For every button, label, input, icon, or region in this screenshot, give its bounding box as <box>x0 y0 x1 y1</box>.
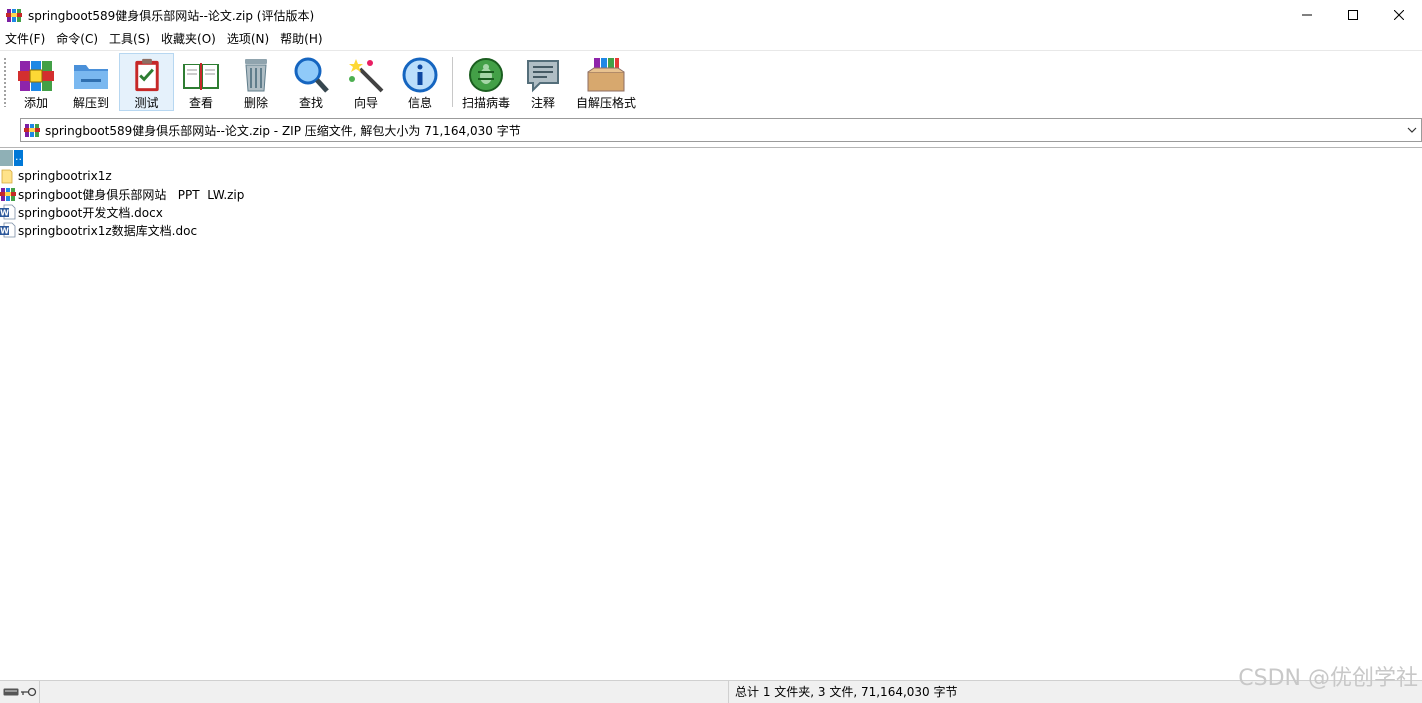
menu-favorites[interactable]: 收藏夹(O) <box>156 30 222 49</box>
delete-label: 删除 <box>243 96 268 110</box>
status-divider <box>728 681 729 703</box>
comment-button[interactable]: 注释 <box>521 53 565 111</box>
wizard-label: 向导 <box>353 96 378 110</box>
wizard-wand-icon <box>349 59 384 93</box>
close-icon <box>1394 10 1404 20</box>
virus-scan-button[interactable]: 扫描病毒 <box>459 53 513 111</box>
add-label: 添加 <box>23 96 48 110</box>
archive-path-combobox[interactable]: springboot589健身俱乐部网站--论文.zip - ZIP 压缩文件,… <box>20 118 1422 142</box>
add-button[interactable]: 添加 <box>14 53 58 111</box>
chevron-down-icon <box>1407 127 1417 133</box>
menu-bar: 文件(F) 命令(C) 工具(S) 收藏夹(O) 选项(N) 帮助(H) <box>0 30 1422 49</box>
delete-button[interactable]: 删除 <box>234 53 278 111</box>
find-button[interactable]: 查找 <box>289 53 333 111</box>
list-item-updir[interactable]: .. <box>0 149 23 167</box>
status-bar: 总计 1 文件夹, 3 文件, 71,164,030 字节 <box>0 680 1422 703</box>
magnifier-icon <box>294 57 329 93</box>
extract-to-button[interactable]: 解压到 <box>68 53 114 111</box>
comment-label: 注释 <box>530 96 555 110</box>
menu-commands[interactable]: 命令(C) <box>51 30 104 49</box>
test-button[interactable]: 测试 <box>119 53 174 111</box>
list-item[interactable]: W springboot开发文档.docx <box>0 203 163 221</box>
list-item[interactable]: springboot健身俱乐部网站 PPT LW.zip <box>0 185 244 203</box>
toolbar-separator <box>452 57 453 107</box>
updir-icon <box>0 150 13 166</box>
menu-options[interactable]: 选项(N) <box>222 30 275 49</box>
key-icon[interactable] <box>21 687 37 697</box>
word-document-icon: W <box>0 204 16 220</box>
title-bar: springboot589健身俱乐部网站--论文.zip (评估版本) <box>0 0 1422 30</box>
zip-archive-icon <box>24 124 40 137</box>
path-dropdown-button[interactable] <box>1403 119 1421 141</box>
status-summary: 总计 1 文件夹, 3 文件, 71,164,030 字节 <box>735 685 958 699</box>
menu-tools[interactable]: 工具(S) <box>104 30 156 49</box>
close-button[interactable] <box>1376 0 1422 30</box>
extract-to-label: 解压到 <box>72 96 109 110</box>
file-name: springboot健身俱乐部网站 PPT LW.zip <box>18 187 245 202</box>
info-label: 信息 <box>407 96 432 110</box>
svg-text:W: W <box>0 227 9 236</box>
maximize-icon <box>1348 10 1358 20</box>
view-button[interactable]: 查看 <box>178 53 224 111</box>
view-book-icon <box>183 63 219 90</box>
archive-path-text: springboot589健身俱乐部网站--论文.zip - ZIP 压缩文件,… <box>45 123 521 138</box>
comment-icon <box>527 60 559 93</box>
wizard-button[interactable]: 向导 <box>344 53 388 111</box>
file-name: .. <box>14 150 23 166</box>
virus-scan-label: 扫描病毒 <box>461 96 510 110</box>
toolbar-grip[interactable] <box>3 57 7 107</box>
watermark: CSDN @优创学社 <box>1238 666 1418 691</box>
extract-to-icon <box>74 65 108 89</box>
winrar-app-icon <box>6 9 22 22</box>
list-item[interactable]: springbootrix1z <box>0 167 112 185</box>
file-list[interactable]: .. springbootrix1z springboot健身俱乐部网站 PPT… <box>0 147 1422 679</box>
window-title: springboot589健身俱乐部网站--论文.zip (评估版本) <box>28 8 315 23</box>
menu-help[interactable]: 帮助(H) <box>275 30 328 49</box>
sfx-box-icon <box>587 58 625 92</box>
add-archive-icon <box>18 61 54 91</box>
minimize-button[interactable] <box>1284 0 1330 30</box>
status-icons <box>0 681 40 703</box>
file-name: springboot开发文档.docx <box>18 205 163 220</box>
menu-file[interactable]: 文件(F) <box>0 30 51 49</box>
sfx-label: 自解压格式 <box>575 96 636 110</box>
test-icon <box>134 58 159 92</box>
minimize-icon <box>1302 14 1312 16</box>
virus-scan-icon <box>469 58 503 92</box>
info-icon <box>402 57 438 93</box>
file-name: springbootrix1z <box>18 169 112 183</box>
view-label: 查看 <box>188 96 213 110</box>
find-label: 查找 <box>298 96 323 110</box>
drive-icon[interactable] <box>3 687 19 697</box>
maximize-button[interactable] <box>1330 0 1376 30</box>
toolbar: 添加 解压到 测试 查看 删除 查找 向导 信息 扫描病毒 注释 自解压格式 <box>0 50 1422 112</box>
word-document-icon: W <box>0 222 16 238</box>
test-label: 测试 <box>134 96 159 110</box>
sfx-button[interactable]: 自解压格式 <box>575 53 637 111</box>
svg-text:W: W <box>0 209 9 218</box>
trash-icon <box>245 59 267 92</box>
zip-archive-icon <box>0 188 16 201</box>
list-item[interactable]: W springbootrix1z数据库文档.doc <box>0 221 197 239</box>
folder-icon <box>1 169 13 184</box>
file-name: springbootrix1z数据库文档.doc <box>18 223 198 238</box>
info-button[interactable]: 信息 <box>398 53 442 111</box>
